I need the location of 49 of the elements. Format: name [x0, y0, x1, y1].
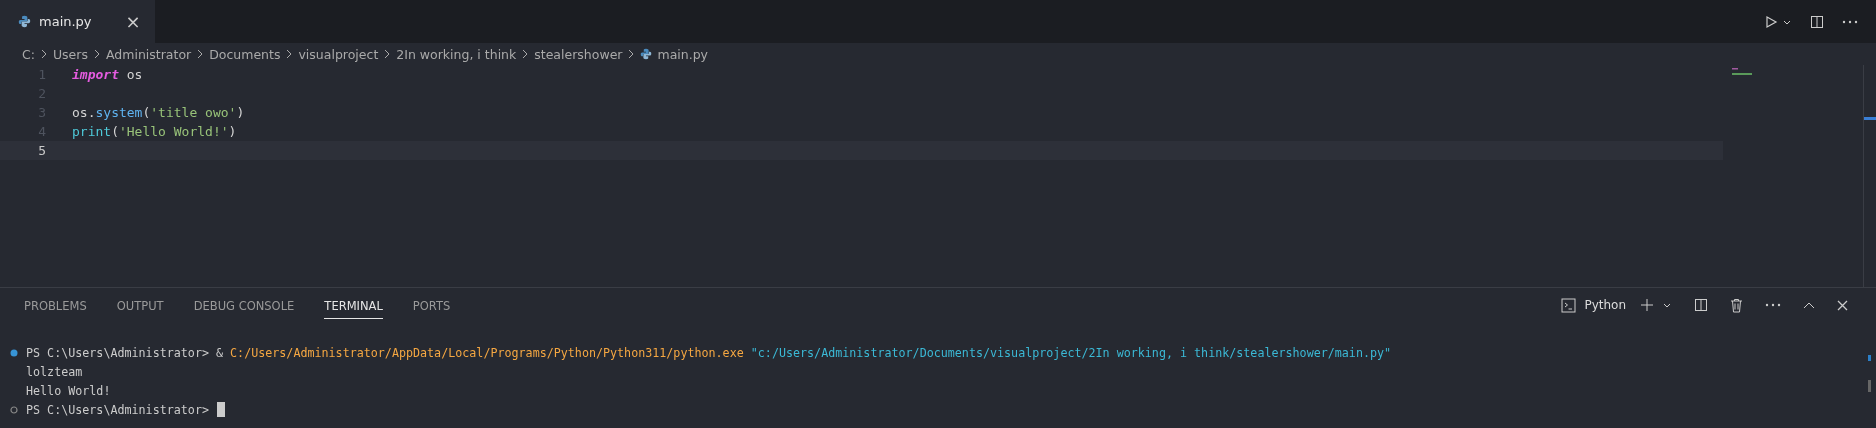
panel-tab[interactable]: DEBUG CONSOLE [193, 291, 295, 319]
scroll-marker [1868, 355, 1871, 361]
python-file-icon [640, 48, 653, 60]
breadcrumb-item[interactable]: stealershower [534, 46, 623, 62]
editor-tab[interactable]: main.py × [0, 0, 155, 43]
split-editor-icon[interactable] [1810, 14, 1824, 29]
breadcrumb-item[interactable]: Administrator [105, 46, 192, 62]
chevron-right-icon [285, 49, 294, 59]
breadcrumb-item[interactable]: visualproject [298, 46, 379, 62]
breadcrumb-item[interactable]: 2In working, i think [396, 46, 517, 62]
line-number: 5 [37, 143, 47, 158]
chevron-right-icon [627, 49, 636, 59]
panel-tab[interactable]: TERMINAL [324, 291, 383, 319]
chevron-right-icon [196, 49, 205, 59]
status-circle-icon [10, 405, 18, 414]
terminal-line: Hello World! [26, 384, 111, 398]
terminal-name[interactable]: Python [1584, 298, 1626, 312]
breadcrumb-item[interactable]: main.py [657, 46, 708, 62]
breadcrumb-item[interactable]: C: [22, 46, 35, 62]
terminal-line: lolzteam [26, 365, 83, 380]
code-line: import os [72, 67, 143, 82]
close-icon[interactable] [1837, 299, 1848, 311]
panel-tab[interactable]: PORTS [412, 291, 451, 319]
breadcrumb-item[interactable]: Users [52, 46, 88, 62]
chevron-right-icon [92, 49, 101, 59]
code-line: os.system('title owo') [72, 105, 245, 120]
panel-tab[interactable]: PROBLEMS [24, 291, 87, 319]
close-icon[interactable]: × [125, 11, 141, 32]
chevron-right-icon [521, 49, 530, 59]
terminal-icon[interactable] [1561, 297, 1577, 313]
tab-label: main.py [39, 14, 92, 29]
chevron-right-icon [39, 49, 48, 59]
split-terminal-icon[interactable] [1694, 298, 1708, 312]
terminal-line: PS C:\Users\Administrator> & C:/Users/Administrator/AppData/Local/Programs/Python/Python311/python.exe "c:/Users/Administrator/Documents/visualproject/2In working, i think/stealershower/main.py" [26, 346, 1392, 361]
panel-tab[interactable]: OUTPUT [116, 291, 164, 319]
run-icon[interactable] [1764, 14, 1778, 29]
plus-icon[interactable] [1640, 298, 1654, 312]
scroll-marker [1864, 117, 1876, 120]
status-dot-icon [10, 349, 18, 358]
more-icon[interactable] [1765, 303, 1781, 307]
terminal-line: PS C:\Users\Administrator> [26, 402, 209, 417]
trash-icon[interactable] [1730, 297, 1743, 313]
scroll-thumb [1868, 380, 1871, 392]
breadcrumb-item[interactable]: Documents [209, 46, 281, 62]
chevron-right-icon [383, 49, 392, 59]
chevron-up-icon[interactable] [1803, 301, 1815, 309]
code-line: print('Hello World!') [72, 124, 237, 139]
more-icon[interactable] [1842, 19, 1858, 24]
python-file-icon [18, 15, 31, 28]
